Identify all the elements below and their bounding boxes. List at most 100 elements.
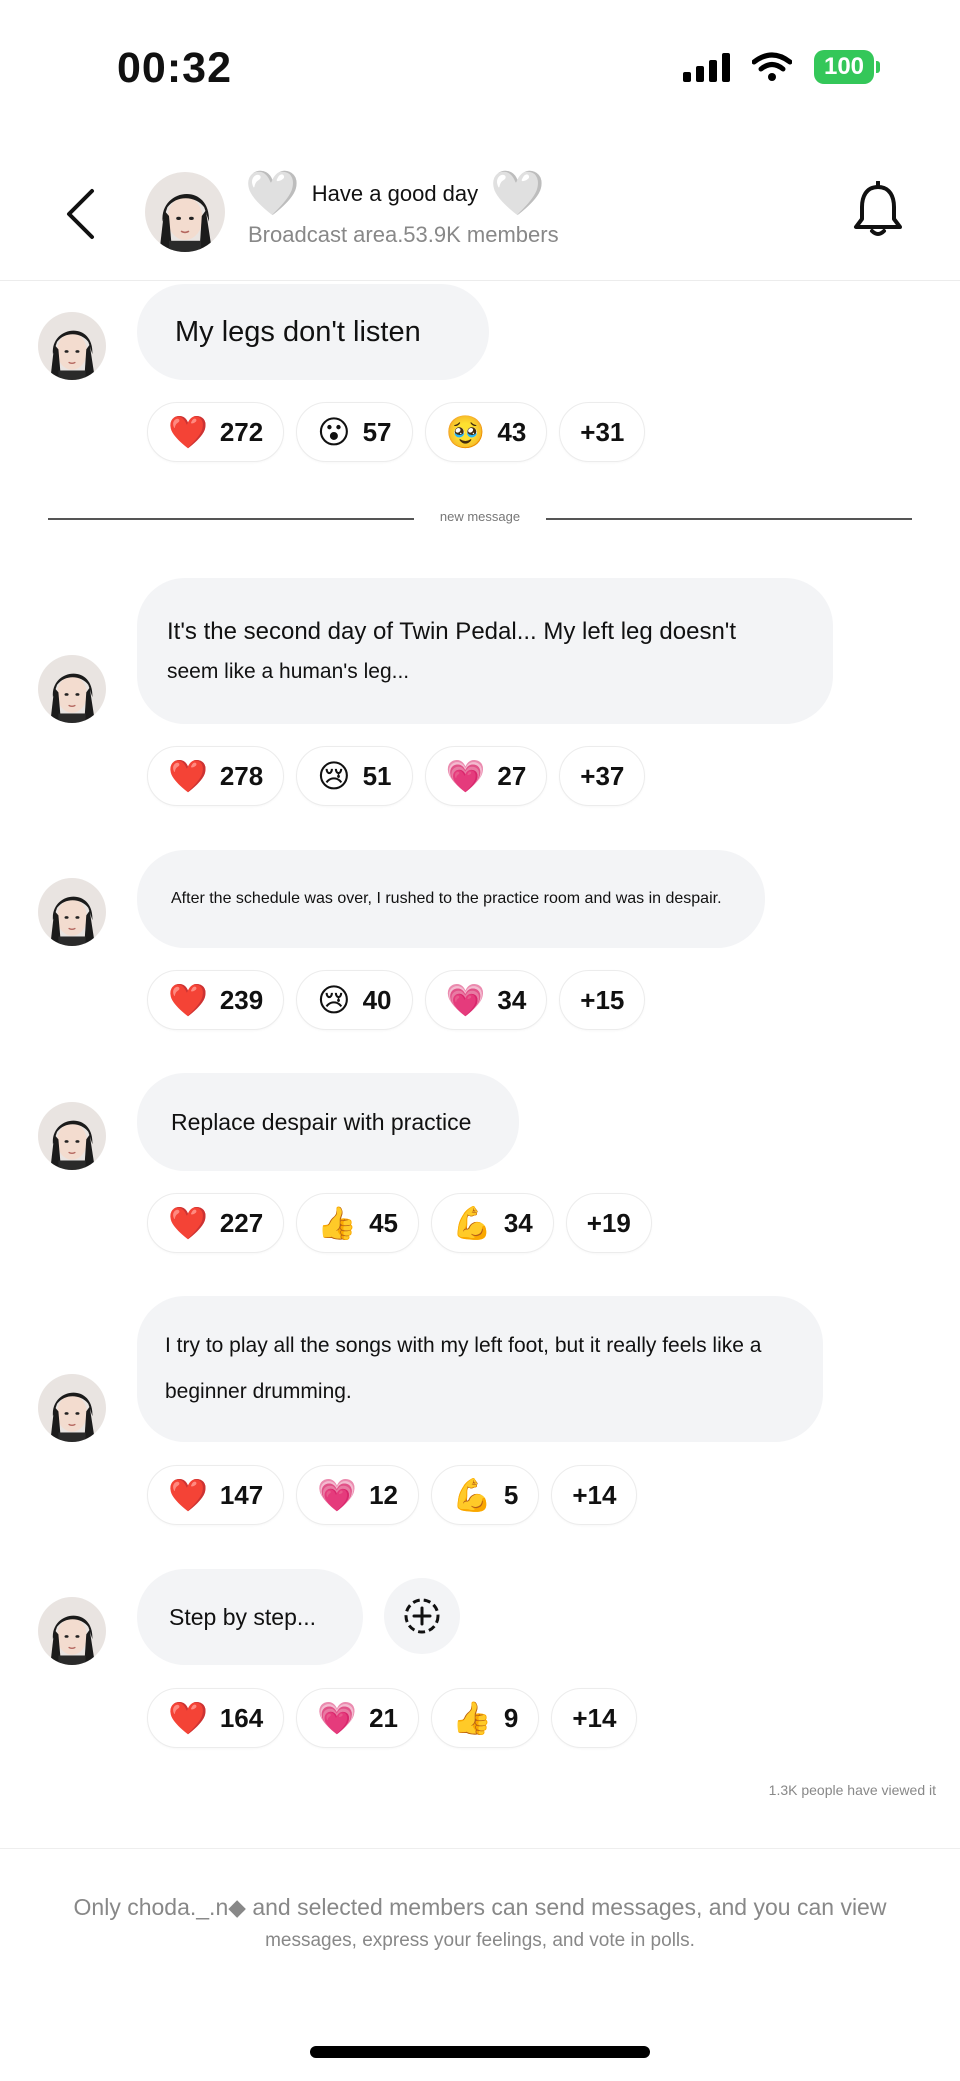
reaction-chip[interactable]: 💗 12 <box>296 1465 419 1525</box>
reaction-count: 9 <box>503 1702 519 1733</box>
signal-icon <box>683 52 730 82</box>
wifi-icon <box>752 52 792 81</box>
broadcast-permission-note: Only choda._.n◆ and selected members can… <box>60 1890 900 1958</box>
reaction-chip[interactable]: 💪 5 <box>431 1465 540 1525</box>
reaction-chip[interactable]: ❤️ 227 <box>147 1193 285 1253</box>
chevron-left-icon <box>67 189 94 239</box>
reaction-chip[interactable]: ❤️ 272 <box>147 402 285 462</box>
new-message-divider-label: new message <box>439 509 521 524</box>
reaction-count: 57 <box>362 416 392 447</box>
message-bubble[interactable]: After the schedule was over, I rushed to… <box>137 850 765 948</box>
reaction-count: 278 <box>219 760 264 791</box>
reaction-count: 21 <box>369 1702 398 1733</box>
sender-avatar[interactable] <box>38 1374 106 1442</box>
reaction-chip[interactable]: 😮 57 <box>296 402 413 462</box>
thumbs-up-emoji: 👍 <box>452 1700 492 1736</box>
add-reaction-icon <box>404 1598 440 1634</box>
reaction-count: 43 <box>497 416 527 447</box>
sender-avatar[interactable] <box>38 1102 106 1170</box>
reaction-bar: ❤️ 147 💗 12 💪 5 +14 <box>147 1465 638 1525</box>
more-reactions-chip[interactable]: +14 <box>551 1465 638 1525</box>
message-bubble[interactable]: Replace despair with practice <box>137 1073 519 1171</box>
crying-face-emoji: 😢 <box>317 758 351 794</box>
channel-subtitle: Broadcast area.53.9K members <box>248 222 559 247</box>
flexed-biceps-emoji: 💪 <box>452 1205 492 1241</box>
flexed-biceps-emoji: 💪 <box>452 1477 492 1513</box>
reaction-count: 239 <box>219 984 264 1015</box>
reaction-chip[interactable]: 👍 45 <box>296 1193 419 1253</box>
more-reactions-chip[interactable]: +37 <box>559 746 646 806</box>
heart-emoji: ❤️ <box>168 1700 208 1736</box>
channel-avatar[interactable] <box>145 172 225 252</box>
reaction-bar: ❤️ 272 😮 57 🥹 43 +31 <box>147 402 646 462</box>
battery-indicator: 100 <box>814 50 880 84</box>
message-bubble[interactable]: It's the second day of Twin Pedal... My … <box>137 578 833 724</box>
reaction-count: 227 <box>219 1207 264 1238</box>
sender-avatar[interactable] <box>38 878 106 946</box>
bell-icon <box>854 181 902 236</box>
reaction-count: 272 <box>219 416 264 447</box>
channel-title: 🤍 Have a good day 🤍 <box>245 172 545 216</box>
reaction-chip[interactable]: 👍 9 <box>431 1688 540 1748</box>
sender-avatar[interactable] <box>38 1597 106 1665</box>
back-button[interactable] <box>52 184 108 244</box>
reaction-chip[interactable]: ❤️ 147 <box>147 1465 285 1525</box>
message-text: It's the second day of Twin Pedal... My … <box>167 618 737 645</box>
message-text: Replace despair with practice <box>171 1108 472 1135</box>
reaction-count: 164 <box>219 1702 264 1733</box>
reaction-chip[interactable]: 💗 34 <box>424 970 548 1030</box>
message-bubble[interactable]: Step by step... <box>137 1569 363 1665</box>
reaction-bar: ❤️ 227 👍 45 💪 34 +19 <box>147 1193 652 1253</box>
add-reaction-button[interactable] <box>384 1578 460 1654</box>
battery-level: 100 <box>814 50 874 84</box>
notifications-button[interactable] <box>846 178 910 242</box>
message-text: Step by step... <box>169 1603 317 1630</box>
status-time: 00:32 <box>117 44 232 92</box>
more-reactions-chip[interactable]: +15 <box>559 970 646 1030</box>
more-reactions-chip[interactable]: +19 <box>565 1193 652 1253</box>
reaction-chip[interactable]: ❤️ 164 <box>147 1688 285 1748</box>
view-count: 1.3K people have viewed it <box>768 1782 936 1798</box>
more-reactions-chip[interactable]: +31 <box>559 402 646 462</box>
footer-divider <box>0 1848 960 1849</box>
permission-note-line1: Only choda._.n◆ and selected members can… <box>73 1894 887 1920</box>
more-reactions-chip[interactable]: +14 <box>551 1688 638 1748</box>
reaction-chip[interactable]: ❤️ 239 <box>147 970 285 1030</box>
heart-emoji: ❤️ <box>168 758 208 794</box>
reaction-count: 27 <box>497 760 527 791</box>
status-icons: 100 <box>683 50 880 84</box>
reaction-count: 51 <box>362 760 392 791</box>
crying-face-emoji: 😢 <box>317 982 351 1018</box>
sender-avatar[interactable] <box>38 655 106 723</box>
message-text: After the schedule was over, I rushed to… <box>171 890 722 907</box>
reaction-chip[interactable]: 💪 34 <box>431 1193 554 1253</box>
reaction-chip[interactable]: ❤️ 278 <box>147 746 285 806</box>
home-indicator[interactable] <box>310 2046 650 2058</box>
heart-emoji: ❤️ <box>168 1205 208 1241</box>
message-text: My legs don't listen <box>175 315 421 348</box>
surprised-emoji: 😮 <box>317 414 351 450</box>
teary-face-emoji: 🥹 <box>445 414 486 450</box>
message-bubble[interactable]: I try to play all the songs with my left… <box>137 1296 823 1442</box>
reaction-bar: ❤️ 278 😢 51 💗 27 +37 <box>147 746 646 806</box>
thumbs-up-emoji: 👍 <box>317 1205 358 1241</box>
heart-emoji: ❤️ <box>168 1477 208 1513</box>
message-text: I try to play all the songs with my left… <box>165 1334 762 1357</box>
permission-note-line2: messages, express your feelings, and vot… <box>265 1930 695 1951</box>
white-heart-emoji: 🤍 <box>490 169 545 218</box>
white-heart-emoji: 🤍 <box>245 169 300 218</box>
reaction-count: 34 <box>503 1207 533 1238</box>
heart-emoji: ❤️ <box>168 414 208 450</box>
reaction-chip[interactable]: 😢 40 <box>296 970 413 1030</box>
pink-heart-emoji: 💗 <box>445 982 486 1018</box>
reaction-chip[interactable]: 😢 51 <box>296 746 413 806</box>
reaction-bar: ❤️ 239 😢 40 💗 34 +15 <box>147 970 646 1030</box>
pink-heart-emoji: 💗 <box>445 758 486 794</box>
message-bubble[interactable]: My legs don't listen <box>137 284 489 380</box>
reaction-chip[interactable]: 💗 21 <box>296 1688 419 1748</box>
reaction-bar: ❤️ 164 💗 21 👍 9 +14 <box>147 1688 638 1748</box>
reaction-chip[interactable]: 💗 27 <box>424 746 548 806</box>
reaction-chip[interactable]: 🥹 43 <box>424 402 548 462</box>
reaction-count: 40 <box>362 984 392 1015</box>
sender-avatar[interactable] <box>38 312 106 380</box>
